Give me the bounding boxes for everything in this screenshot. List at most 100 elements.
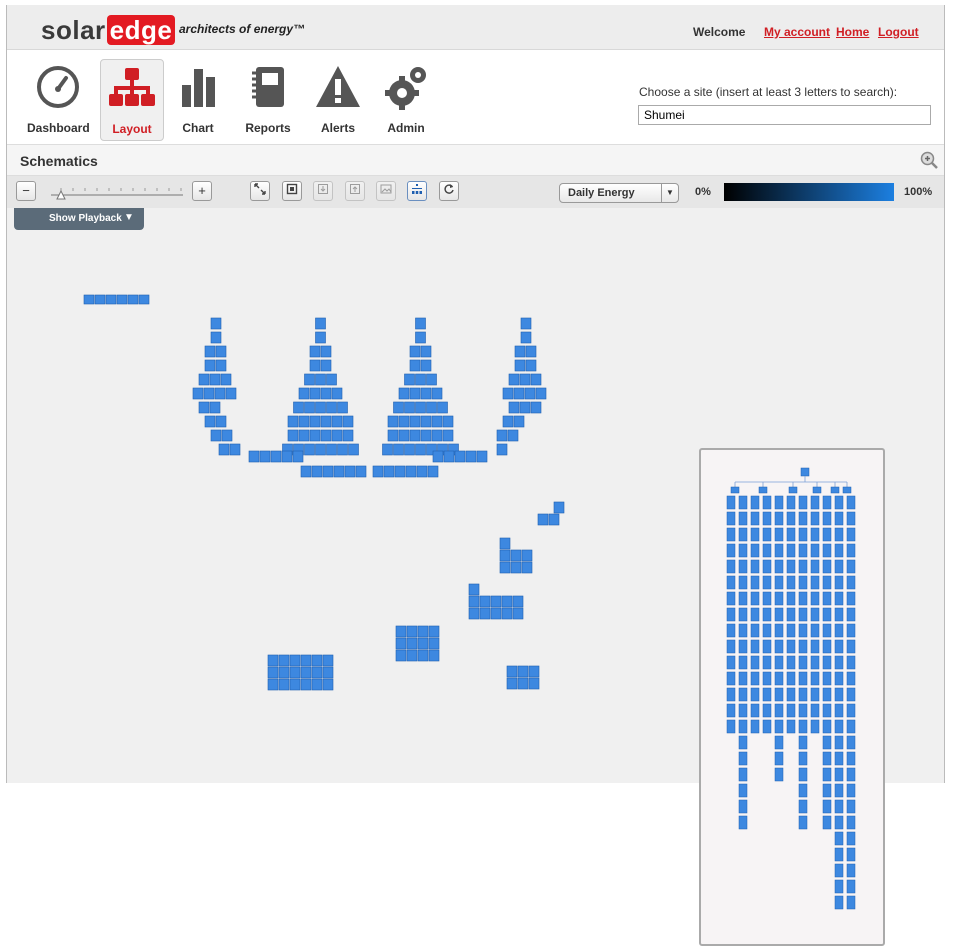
minimap-panel[interactable] — [786, 495, 796, 510]
minimap-panel[interactable] — [762, 639, 772, 654]
minimap-panel[interactable] — [738, 591, 748, 606]
schematic-canvas[interactable] — [7, 208, 944, 946]
solar-panel[interactable] — [442, 415, 454, 428]
minimap-panel[interactable] — [822, 495, 832, 510]
minimap-panel[interactable] — [822, 511, 832, 526]
minimap-panel[interactable] — [846, 623, 856, 638]
solar-panel[interactable] — [517, 665, 529, 678]
solar-panel[interactable] — [417, 625, 429, 638]
minimap-panel[interactable] — [738, 559, 748, 574]
minimap-panel[interactable] — [750, 623, 760, 638]
solar-panel[interactable] — [398, 387, 410, 400]
solar-panel[interactable] — [293, 401, 304, 414]
minimap-panel[interactable] — [822, 815, 832, 830]
solar-panel[interactable] — [344, 465, 356, 478]
solar-panel[interactable] — [420, 345, 432, 358]
solar-panel[interactable] — [138, 294, 150, 305]
zoom-in-button[interactable]: + — [192, 181, 212, 201]
minimap-panel[interactable] — [738, 623, 748, 638]
solar-panel[interactable] — [519, 401, 531, 414]
solar-panel[interactable] — [506, 677, 518, 690]
minimap-panel[interactable] — [798, 719, 808, 734]
minimap-panel[interactable] — [834, 719, 844, 734]
minimap-panel[interactable] — [834, 735, 844, 750]
minimap-panel[interactable] — [846, 751, 856, 766]
solar-panel[interactable] — [300, 678, 312, 691]
solar-panel[interactable] — [528, 677, 540, 690]
solar-panel[interactable] — [519, 373, 531, 386]
minimap-panel[interactable] — [798, 671, 808, 686]
solar-panel[interactable] — [426, 401, 437, 414]
minimap-panel[interactable] — [810, 591, 820, 606]
solar-panel[interactable] — [210, 331, 222, 344]
minimap-panel[interactable] — [774, 655, 784, 670]
solar-panel[interactable] — [342, 415, 354, 428]
minimap-panel[interactable] — [822, 767, 832, 782]
solar-panel[interactable] — [479, 607, 491, 620]
solar-panel[interactable] — [530, 401, 542, 414]
solar-panel[interactable] — [514, 359, 526, 372]
solar-panel[interactable] — [209, 373, 221, 386]
solar-panel[interactable] — [442, 429, 454, 442]
solar-panel[interactable] — [309, 359, 321, 372]
minimap-panel[interactable] — [750, 511, 760, 526]
solar-panel[interactable] — [315, 373, 326, 386]
solar-panel[interactable] — [315, 317, 326, 330]
solar-panel[interactable] — [229, 443, 241, 456]
solar-panel[interactable] — [417, 637, 429, 650]
show-playback-button[interactable]: Show Playback ▼ — [14, 208, 144, 230]
solar-panel[interactable] — [428, 637, 440, 650]
minimap-panel[interactable] — [846, 847, 856, 862]
solar-panel[interactable] — [259, 450, 271, 463]
solar-panel[interactable] — [406, 649, 418, 662]
solar-panel[interactable] — [300, 666, 312, 679]
minimap-panel[interactable] — [738, 815, 748, 830]
solar-panel[interactable] — [127, 294, 139, 305]
solar-panel[interactable] — [415, 331, 426, 344]
minimap-panel[interactable] — [774, 591, 784, 606]
solar-panel[interactable] — [468, 595, 480, 608]
minimap-panel[interactable] — [750, 559, 760, 574]
solar-panel[interactable] — [355, 465, 367, 478]
minimap-panel[interactable] — [738, 575, 748, 590]
expand-button[interactable] — [282, 181, 302, 201]
minimap-panel[interactable] — [726, 703, 736, 718]
solar-panel[interactable] — [510, 549, 522, 562]
solar-panel[interactable] — [215, 345, 227, 358]
minimap-panel[interactable] — [738, 495, 748, 510]
solar-panel[interactable] — [517, 677, 529, 690]
minimap-panel[interactable] — [822, 783, 832, 798]
minimap-inverter[interactable] — [800, 467, 810, 477]
minimap-panel[interactable] — [810, 639, 820, 654]
solar-panel[interactable] — [331, 387, 343, 400]
solar-panel[interactable] — [499, 561, 511, 574]
minimap-panel[interactable] — [738, 703, 748, 718]
minimap-panel[interactable] — [798, 783, 808, 798]
solar-panel[interactable] — [215, 415, 227, 428]
solar-panel[interactable] — [420, 359, 432, 372]
minimap-panel[interactable] — [738, 735, 748, 750]
minimap-panel[interactable] — [774, 767, 784, 782]
solar-panel[interactable] — [496, 443, 508, 456]
minimap-panel[interactable] — [810, 495, 820, 510]
minimap-panel[interactable] — [786, 511, 796, 526]
minimap-panel[interactable] — [846, 895, 856, 910]
minimap-panel[interactable] — [846, 831, 856, 846]
solar-panel[interactable] — [333, 465, 345, 478]
minimap-panel[interactable] — [810, 671, 820, 686]
solar-panel[interactable] — [513, 387, 525, 400]
minimap-panel[interactable] — [834, 863, 844, 878]
minimap-panel[interactable] — [810, 719, 820, 734]
minimap-panel[interactable] — [798, 639, 808, 654]
minimap-panel[interactable] — [798, 767, 808, 782]
minimap-panel[interactable] — [822, 719, 832, 734]
minimap-panel[interactable] — [762, 591, 772, 606]
minimap-panel[interactable] — [786, 687, 796, 702]
minimap-panel[interactable] — [774, 703, 784, 718]
solar-panel[interactable] — [342, 429, 354, 442]
minimap-panel[interactable] — [726, 719, 736, 734]
export-button[interactable] — [345, 181, 365, 201]
energy-type-dropdown[interactable]: Daily Energy ▼ — [559, 183, 679, 203]
solar-panel[interactable] — [210, 429, 222, 442]
minimap-panel[interactable] — [798, 623, 808, 638]
